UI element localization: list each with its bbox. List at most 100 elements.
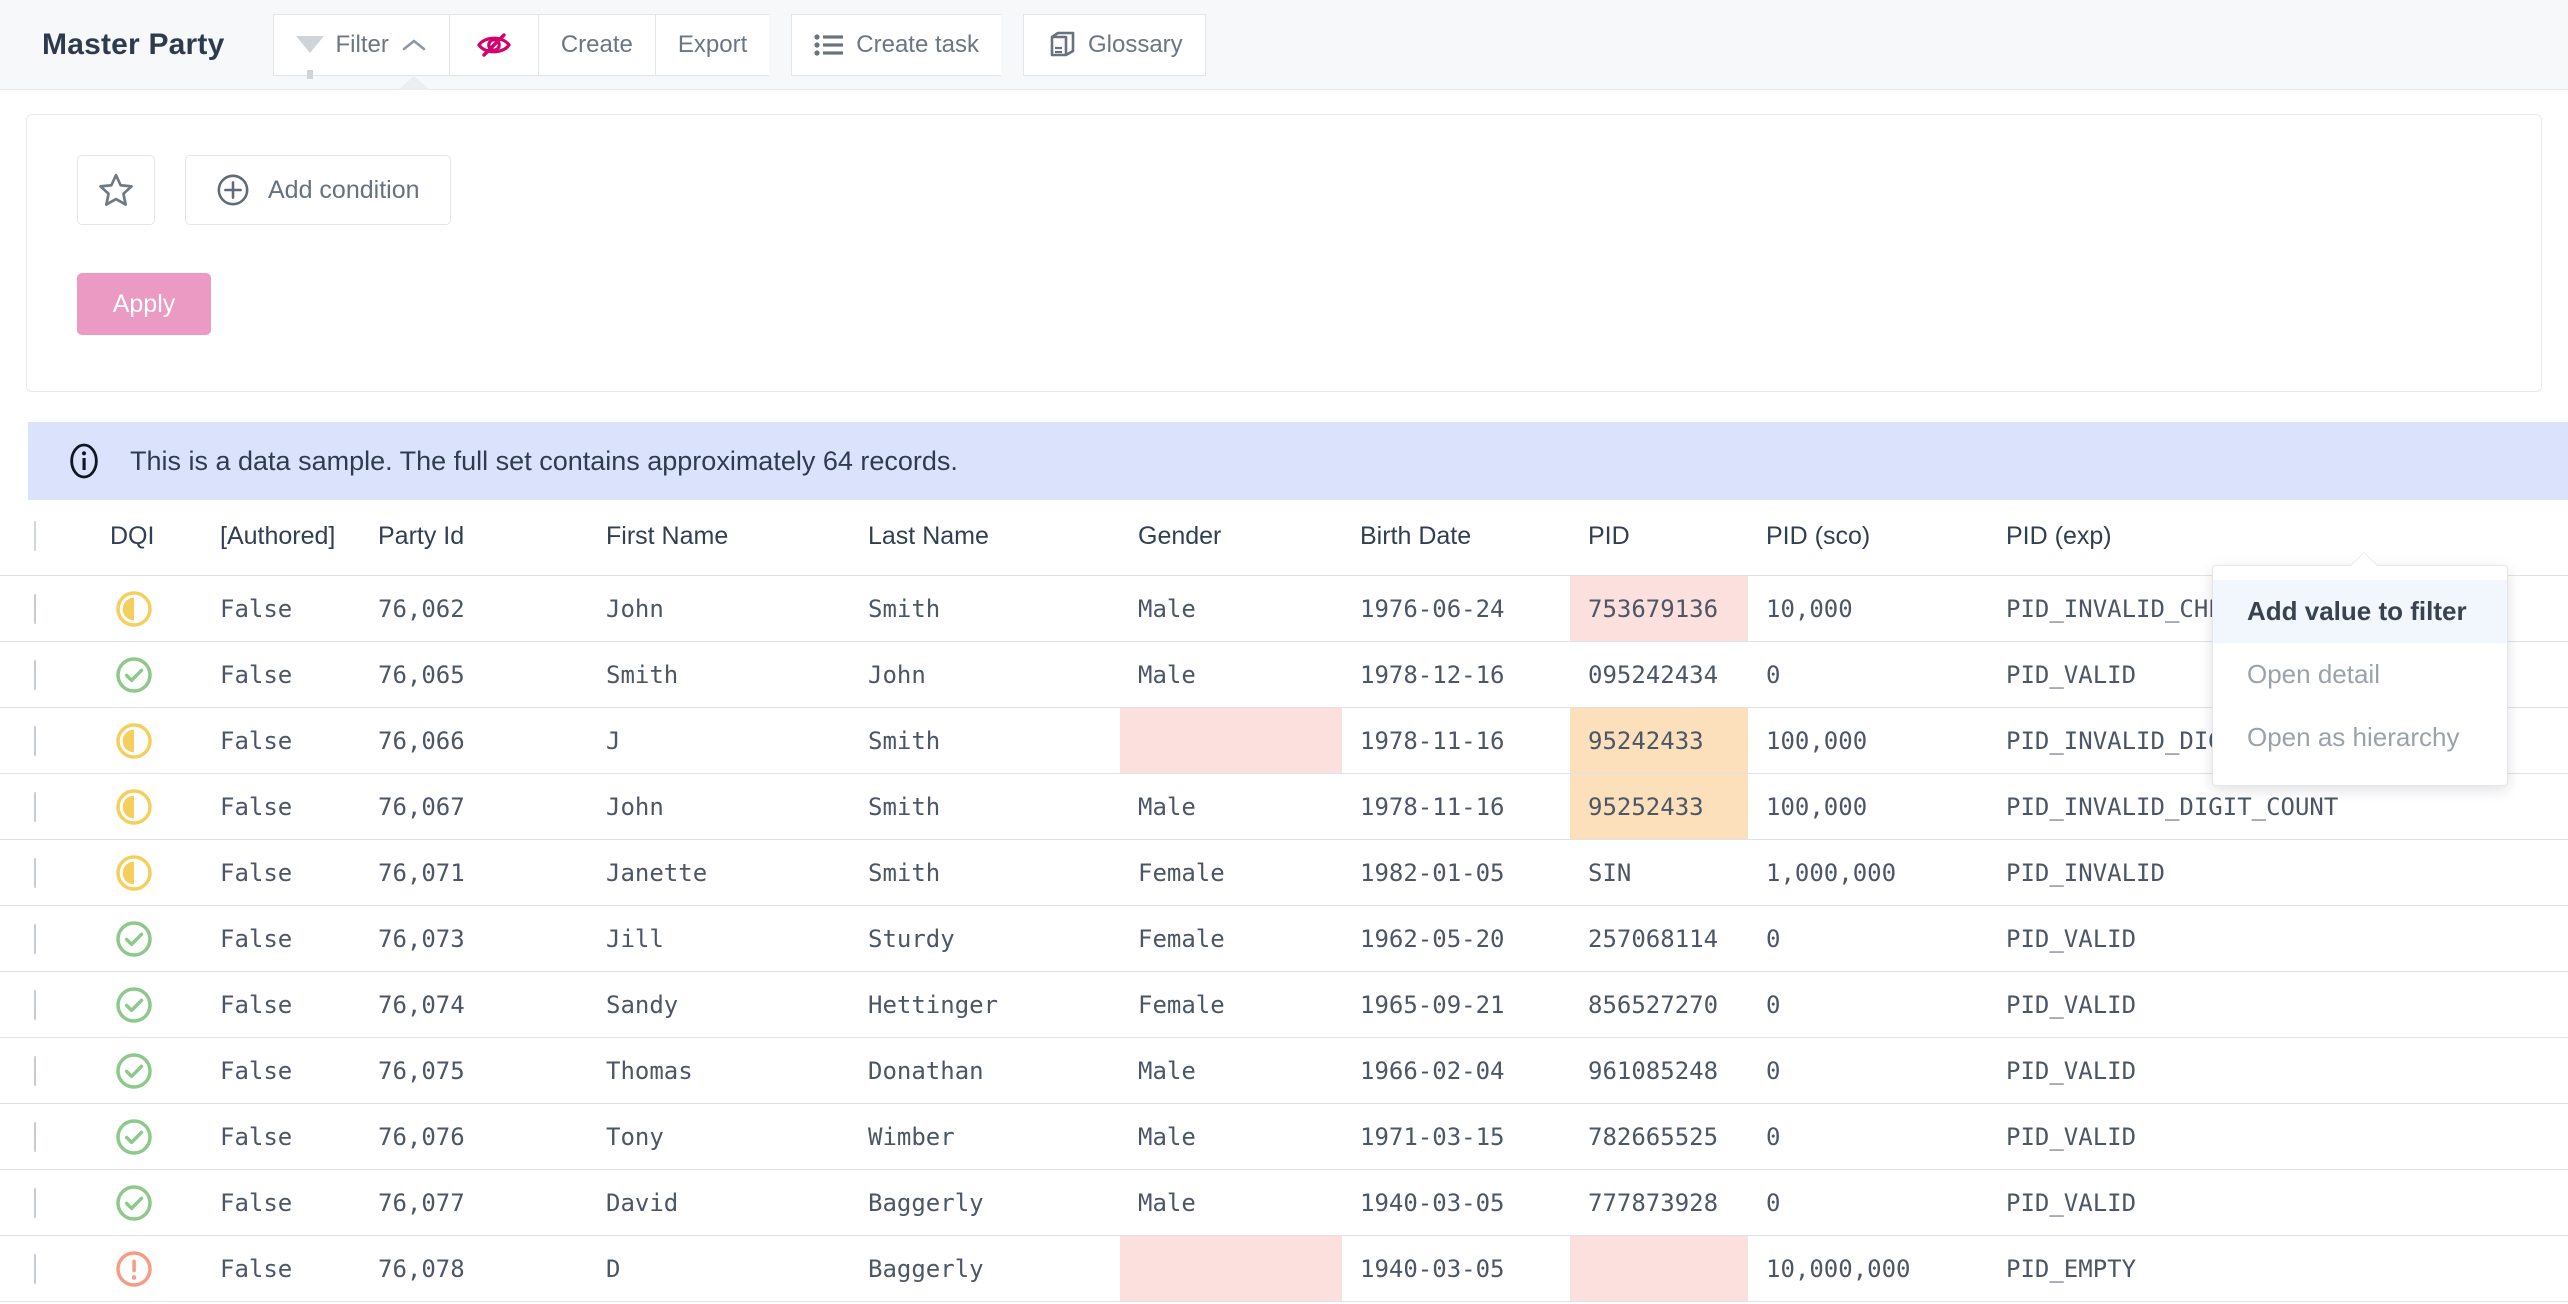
birth-date-cell[interactable]: 1978-11-16 — [1342, 774, 1570, 840]
table-row[interactable]: False76,066JSmith1978-11-1695242433100,0… — [0, 708, 2568, 774]
last-name-cell[interactable]: Smith — [850, 708, 1120, 774]
add-condition-button[interactable]: Add condition — [185, 155, 451, 225]
table-row[interactable]: False76,075ThomasDonathanMale1966-02-049… — [0, 1038, 2568, 1104]
last-name-cell[interactable]: Sturdy — [850, 906, 1120, 972]
gender-cell[interactable]: Female — [1120, 972, 1342, 1038]
create-task-button[interactable]: Create task — [791, 14, 1001, 76]
pid-cell[interactable]: 95252433 — [1570, 774, 1748, 840]
col-last-name[interactable]: Last Name — [850, 522, 1120, 576]
first-name-cell[interactable]: Thomas — [588, 1038, 850, 1104]
authored-cell[interactable]: False — [202, 972, 360, 1038]
apply-button[interactable]: Apply — [77, 273, 211, 335]
pid-cell[interactable]: 257068114 — [1570, 906, 1748, 972]
party-id-cell[interactable]: 76,075 — [360, 1038, 588, 1104]
birth-date-cell[interactable]: 1976-06-24 — [1342, 576, 1570, 642]
last-name-cell[interactable]: John — [850, 642, 1120, 708]
first-name-cell[interactable]: John — [588, 774, 850, 840]
first-name-cell[interactable]: Jill — [588, 906, 850, 972]
gender-cell[interactable]: Female — [1120, 840, 1342, 906]
pid-sco-cell[interactable]: 0 — [1748, 1170, 1988, 1236]
pid-sco-cell[interactable]: 100,000 — [1748, 774, 1988, 840]
authored-cell[interactable]: False — [202, 576, 360, 642]
authored-cell[interactable]: False — [202, 1104, 360, 1170]
row-checkbox[interactable] — [34, 594, 36, 624]
last-name-cell[interactable]: Smith — [850, 774, 1120, 840]
gender-cell[interactable] — [1120, 1236, 1342, 1302]
pid-sco-cell[interactable]: 0 — [1748, 972, 1988, 1038]
pid-cell[interactable]: 856527270 — [1570, 972, 1748, 1038]
first-name-cell[interactable]: Smith — [588, 642, 850, 708]
dqi-cell[interactable] — [92, 1104, 202, 1170]
pid-sco-cell[interactable]: 10,000,000 — [1748, 1236, 1988, 1302]
authored-cell[interactable]: False — [202, 1170, 360, 1236]
pid-sco-cell[interactable]: 0 — [1748, 1038, 1988, 1104]
last-name-cell[interactable]: Smith — [850, 576, 1120, 642]
first-name-cell[interactable]: Janette — [588, 840, 850, 906]
pid-sco-cell[interactable]: 10,000 — [1748, 576, 1988, 642]
first-name-cell[interactable]: J — [588, 708, 850, 774]
row-checkbox[interactable] — [34, 660, 36, 690]
birth-date-cell[interactable]: 1940-03-05 — [1342, 1236, 1570, 1302]
authored-cell[interactable]: False — [202, 642, 360, 708]
col-birth-date[interactable]: Birth Date — [1342, 522, 1570, 576]
row-checkbox[interactable] — [34, 792, 36, 822]
pid-sco-cell[interactable]: 100,000 — [1748, 708, 1988, 774]
first-name-cell[interactable]: Sandy — [588, 972, 850, 1038]
table-row[interactable]: False76,073JillSturdyFemale1962-05-20257… — [0, 906, 2568, 972]
pid-exp-cell[interactable]: PID_VALID — [1988, 1038, 2568, 1104]
row-checkbox[interactable] — [34, 990, 36, 1020]
gender-cell[interactable] — [1120, 708, 1342, 774]
authored-cell[interactable]: False — [202, 906, 360, 972]
birth-date-cell[interactable]: 1965-09-21 — [1342, 972, 1570, 1038]
col-first-name[interactable]: First Name — [588, 522, 850, 576]
birth-date-cell[interactable]: 1966-02-04 — [1342, 1038, 1570, 1104]
dqi-cell[interactable] — [92, 1038, 202, 1104]
dqi-cell[interactable] — [92, 1236, 202, 1302]
first-name-cell[interactable]: David — [588, 1170, 850, 1236]
row-checkbox[interactable] — [34, 1056, 36, 1086]
dqi-cell[interactable] — [92, 708, 202, 774]
last-name-cell[interactable]: Baggerly — [850, 1170, 1120, 1236]
birth-date-cell[interactable]: 1978-12-16 — [1342, 642, 1570, 708]
pid-cell[interactable]: 777873928 — [1570, 1170, 1748, 1236]
gender-cell[interactable]: Male — [1120, 576, 1342, 642]
table-row[interactable]: False76,077DavidBaggerlyMale1940-03-0577… — [0, 1170, 2568, 1236]
birth-date-cell[interactable]: 1940-03-05 — [1342, 1170, 1570, 1236]
menu-item-open-detail[interactable]: Open detail — [2213, 643, 2507, 706]
pid-cell[interactable]: 753679136 — [1570, 576, 1748, 642]
last-name-cell[interactable]: Baggerly — [850, 1236, 1120, 1302]
party-id-cell[interactable]: 76,062 — [360, 576, 588, 642]
row-checkbox[interactable] — [34, 1188, 36, 1218]
dqi-cell[interactable] — [92, 972, 202, 1038]
authored-cell[interactable]: False — [202, 708, 360, 774]
pid-exp-cell[interactable]: PID_VALID — [1988, 906, 2568, 972]
favorite-filter-button[interactable] — [77, 155, 155, 225]
first-name-cell[interactable]: Tony — [588, 1104, 850, 1170]
last-name-cell[interactable]: Wimber — [850, 1104, 1120, 1170]
dqi-cell[interactable] — [92, 840, 202, 906]
party-id-cell[interactable]: 76,067 — [360, 774, 588, 840]
gender-cell[interactable]: Male — [1120, 1170, 1342, 1236]
pid-exp-cell[interactable]: PID_INVALID — [1988, 840, 2568, 906]
authored-cell[interactable]: False — [202, 1038, 360, 1104]
table-row[interactable]: False76,078DBaggerly1940-03-0510,000,000… — [0, 1236, 2568, 1302]
birth-date-cell[interactable]: 1962-05-20 — [1342, 906, 1570, 972]
col-authored[interactable]: [Authored] — [202, 522, 360, 576]
authored-cell[interactable]: False — [202, 1236, 360, 1302]
dqi-cell[interactable] — [92, 774, 202, 840]
col-dqi[interactable]: DQI — [92, 522, 202, 576]
row-checkbox[interactable] — [34, 858, 36, 888]
row-checkbox[interactable] — [34, 1122, 36, 1152]
gender-cell[interactable]: Female — [1120, 906, 1342, 972]
pid-cell[interactable]: 095242434 — [1570, 642, 1748, 708]
party-id-cell[interactable]: 76,065 — [360, 642, 588, 708]
dqi-cell[interactable] — [92, 642, 202, 708]
last-name-cell[interactable]: Donathan — [850, 1038, 1120, 1104]
birth-date-cell[interactable]: 1971-03-15 — [1342, 1104, 1570, 1170]
col-gender[interactable]: Gender — [1120, 522, 1342, 576]
row-checkbox[interactable] — [34, 1254, 36, 1284]
party-id-cell[interactable]: 76,073 — [360, 906, 588, 972]
pid-exp-cell[interactable]: PID_EMPTY — [1988, 1236, 2568, 1302]
table-row[interactable]: False76,067JohnSmithMale1978-11-16952524… — [0, 774, 2568, 840]
export-button[interactable]: Export — [655, 14, 769, 76]
